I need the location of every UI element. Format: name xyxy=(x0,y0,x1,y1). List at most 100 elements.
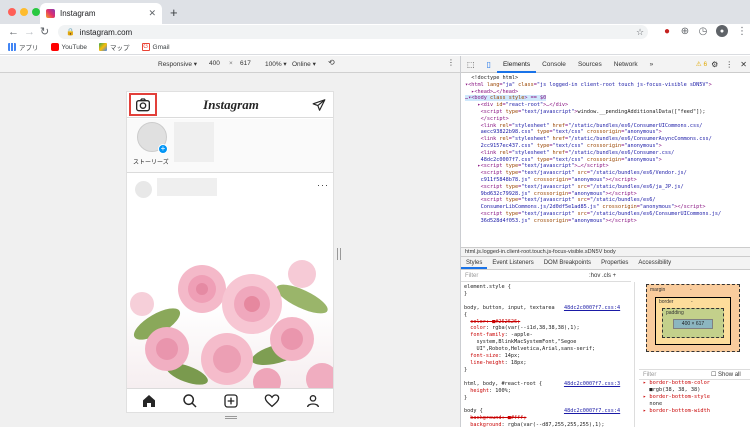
post-more-icon[interactable]: ··· xyxy=(317,180,329,190)
history-icon[interactable]: ◷ xyxy=(697,25,709,37)
tab-elements[interactable]: Elements xyxy=(496,56,537,73)
subtab-event-listeners[interactable]: Event Listeners xyxy=(487,257,538,269)
settings-gear-icon[interactable]: ⚙ xyxy=(707,60,722,69)
story-label: ストーリーズ xyxy=(133,160,169,166)
maximize-window-button[interactable] xyxy=(32,8,40,16)
bookmark-label: Gmail xyxy=(152,43,170,51)
add-story-icon[interactable]: + xyxy=(158,144,168,154)
extension-icon[interactable]: ● xyxy=(661,25,673,37)
tab-console[interactable]: Console xyxy=(536,56,572,73)
bookmark-star-icon[interactable]: ☆ xyxy=(636,27,644,38)
device-toolbar: Responsive ▾ 400 × 617 100% ▾ Online ▾ ⟲… xyxy=(0,56,460,73)
computed-styles-list[interactable]: ▸ border-bottom-color ■rgb(38, 38, 38) ▸… xyxy=(639,380,750,427)
bookmark-label: YouTube xyxy=(61,43,88,51)
close-tab-icon[interactable]: ✕ xyxy=(148,8,156,19)
browser-window: Instagram ✕ + ← → ↻ 🔒 instagram.com ☆ ● … xyxy=(0,0,750,427)
subtab-dom-breakpoints[interactable]: DOM Breakpoints xyxy=(539,257,596,269)
post-header: ··· xyxy=(127,174,333,204)
direct-message-icon[interactable] xyxy=(312,98,326,112)
tab-strip: Instagram ✕ + xyxy=(0,0,750,24)
rotate-icon[interactable]: ⟲ xyxy=(328,58,335,67)
home-icon[interactable] xyxy=(141,393,157,409)
styles-pane[interactable]: element.style { } body, button, input, t… xyxy=(461,282,635,427)
browser-toolbar: ← → ↻ 🔒 instagram.com ☆ ● ⊕ ◷ ● ⋮ xyxy=(0,24,750,40)
new-tab-button[interactable]: + xyxy=(170,5,178,20)
bookmark-label: マップ xyxy=(110,45,130,52)
youtube-icon xyxy=(50,43,59,51)
add-extension-icon[interactable]: ⊕ xyxy=(679,25,691,37)
new-post-icon[interactable] xyxy=(223,393,239,409)
forward-icon[interactable]: → xyxy=(24,24,35,40)
bookmark-apps[interactable]: アプリ xyxy=(8,42,39,52)
resize-handle-right[interactable] xyxy=(337,248,341,260)
inspect-element-icon[interactable]: ⬚ xyxy=(461,56,481,73)
maps-icon xyxy=(99,43,108,51)
subtab-properties[interactable]: Properties xyxy=(596,257,633,269)
box-model-diagram[interactable]: margin - border - padding 400 × 617 xyxy=(646,284,740,352)
profile-avatar-icon[interactable]: ● xyxy=(716,25,728,37)
subtab-accessibility[interactable]: Accessibility xyxy=(633,257,676,269)
more-tabs-button[interactable]: » xyxy=(644,56,660,73)
bookmarks-bar: アプリ YouTube マップ G Gmail xyxy=(0,40,750,55)
url-text: instagram.com xyxy=(79,27,133,37)
dom-breadcrumb[interactable]: html.js.logged-in.client-root.touch.js-f… xyxy=(461,247,750,257)
network-throttle-select[interactable]: Online ▾ xyxy=(292,60,316,68)
styles-filter-input[interactable]: Filter :hov .cls + xyxy=(461,270,631,282)
resize-handle-bottom[interactable] xyxy=(225,416,237,419)
lock-icon: 🔒 xyxy=(66,29,75,36)
bookmark-label: アプリ xyxy=(19,45,39,52)
browser-tab[interactable]: Instagram ✕ xyxy=(40,3,162,24)
box-model-padding: padding 400 × 617 xyxy=(662,308,724,338)
subtab-styles[interactable]: Styles xyxy=(461,257,488,269)
devtools-panel: ⬚ ▯ Elements Console Sources Network » ⚠… xyxy=(460,56,750,427)
devtools-menu-icon[interactable]: ⋮ xyxy=(722,60,736,69)
styles-subtab-bar: Styles Event Listeners DOM Breakpoints P… xyxy=(461,257,750,270)
dimension-separator: × xyxy=(229,60,233,67)
bookmark-gmail[interactable]: G Gmail xyxy=(141,43,170,51)
instagram-header: Instagram xyxy=(127,92,333,118)
viewport-height-input[interactable]: 617 xyxy=(240,60,251,67)
profile-icon[interactable] xyxy=(305,393,321,409)
stories-tray: + ストーリーズ xyxy=(127,119,333,173)
style-state-toggles[interactable]: :hov .cls + xyxy=(589,270,616,282)
computed-filter-input[interactable]: Filter ☐ Show all xyxy=(639,369,750,380)
address-bar[interactable]: 🔒 instagram.com ☆ xyxy=(58,25,648,39)
post-image[interactable] xyxy=(127,204,333,388)
instagram-logo[interactable]: Instagram xyxy=(127,97,333,113)
device-toggle-icon[interactable]: ▯ xyxy=(481,56,497,73)
post-username-placeholder xyxy=(157,178,217,196)
tab-sources[interactable]: Sources xyxy=(572,56,608,73)
device-options-icon[interactable]: ⋮ xyxy=(447,58,455,67)
warning-count-badge[interactable]: ⚠ 6 xyxy=(696,60,707,68)
close-devtools-icon[interactable]: ✕ xyxy=(736,60,750,69)
show-all-checkbox[interactable]: ☐ Show all xyxy=(711,370,741,380)
gmail-icon: G xyxy=(141,43,150,51)
box-model-margin-value: - xyxy=(690,287,692,293)
box-model-margin-label: margin xyxy=(650,287,666,293)
close-window-button[interactable] xyxy=(8,8,16,16)
bookmark-maps[interactable]: マップ xyxy=(99,42,130,52)
device-select[interactable]: Responsive ▾ xyxy=(158,60,197,68)
box-model-content: 400 × 617 xyxy=(673,319,713,329)
viewport-width-input[interactable]: 400 xyxy=(209,60,220,67)
box-model-border-label: border xyxy=(659,299,674,305)
reload-icon[interactable]: ↻ xyxy=(40,24,49,40)
dom-tree[interactable]: <!doctype html> ▾<html lang="ja" class="… xyxy=(461,73,750,247)
devtools-tab-bar: ⬚ ▯ Elements Console Sources Network » ⚠… xyxy=(461,56,750,73)
instagram-page: Instagram + ストーリーズ ··· xyxy=(126,91,334,413)
back-icon[interactable]: ← xyxy=(8,24,19,40)
activity-heart-icon[interactable] xyxy=(264,393,280,409)
search-icon[interactable] xyxy=(182,393,198,409)
zoom-select[interactable]: 100% ▾ xyxy=(265,60,287,68)
emulated-viewport: Instagram + ストーリーズ ··· xyxy=(0,73,460,427)
apps-grid-icon xyxy=(8,43,16,51)
menu-kebab-icon[interactable]: ⋮ xyxy=(736,25,748,37)
box-model-border: border - padding 400 × 617 xyxy=(655,297,731,345)
minimize-window-button[interactable] xyxy=(20,8,28,16)
tab-network[interactable]: Network xyxy=(608,56,644,73)
show-all-label: Show all xyxy=(718,372,741,378)
flower-bouquet-image xyxy=(130,260,333,388)
bookmark-youtube[interactable]: YouTube xyxy=(50,43,88,51)
post-avatar[interactable] xyxy=(135,181,152,198)
box-model-border-value: - xyxy=(691,299,693,305)
